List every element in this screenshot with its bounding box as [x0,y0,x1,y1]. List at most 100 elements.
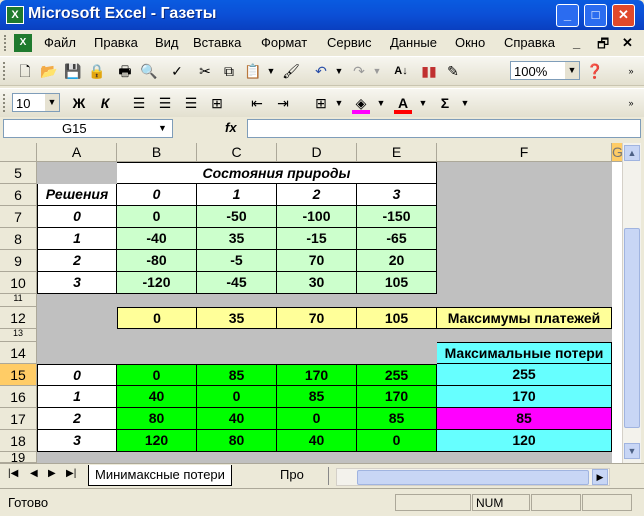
bold-button[interactable]: Ж [70,94,88,112]
sheet-tab-active[interactable]: Минимаксные потери [88,465,232,486]
borders-icon[interactable]: ⊞ [312,94,330,112]
max-losses-header[interactable]: Максимальные потери [437,342,612,364]
open-folder-icon[interactable]: 📂 [40,62,58,80]
loss-cell[interactable]: 40 [117,386,197,408]
max-payoff-cell[interactable]: 70 [277,307,357,329]
loss-cell[interactable]: 255 [357,364,437,386]
decision-label[interactable]: 2 [37,250,117,272]
title-bar[interactable]: X Microsoft Excel - Газеты _ □ ✕ [0,0,644,30]
gray-cell[interactable] [37,307,117,329]
column-header-a[interactable]: A [37,143,117,162]
state-label[interactable]: 2 [277,184,357,206]
toolbar-grip[interactable] [3,94,8,112]
loss-cell[interactable]: 40 [277,430,357,452]
decrease-indent-icon[interactable]: ⇤ [248,94,266,112]
font-size-dropdown-icon[interactable]: ▼ [45,94,59,111]
loss-cell[interactable]: 40 [197,408,277,430]
horizontal-scroll-thumb[interactable] [357,470,589,485]
menu-insert[interactable]: Вставка [193,35,241,50]
tab-split-handle[interactable] [328,467,333,485]
scroll-down-icon[interactable]: ▼ [624,443,640,459]
column-header-b[interactable]: B [117,143,197,162]
paste-dropdown-icon[interactable]: ▼ [262,62,280,80]
font-size-select[interactable]: 10 ▼ [12,93,60,112]
loss-cell[interactable]: 0 [277,408,357,430]
payoff-cell[interactable]: -65 [357,228,437,250]
toolbar-grip[interactable] [3,62,8,80]
column-header-g[interactable]: G [612,143,622,162]
decision-label[interactable]: 2 [37,408,117,430]
row-header-8[interactable]: 8 [0,228,37,250]
row-header-6[interactable]: 6 [0,184,37,206]
loss-cell[interactable]: 85 [277,386,357,408]
loss-cell[interactable]: 170 [357,386,437,408]
column-header-c[interactable]: C [197,143,277,162]
loss-cell[interactable]: 120 [117,430,197,452]
autosum-dropdown-icon[interactable]: ▼ [456,94,474,112]
gray-area[interactable] [437,162,612,294]
payoff-cell[interactable]: 70 [277,250,357,272]
zoom-dropdown-icon[interactable]: ▼ [565,62,579,79]
horizontal-scrollbar[interactable] [336,468,610,486]
decision-label[interactable]: 3 [37,272,117,294]
max-loss-cell[interactable]: 170 [437,386,612,408]
align-left-icon[interactable]: ☰ [130,94,148,112]
doc-minimize-button[interactable]: _ [573,35,580,50]
minimax-loss-cell[interactable]: 85 [437,408,612,430]
decision-label[interactable]: 3 [37,430,117,452]
state-label[interactable]: 3 [357,184,437,206]
toolbar-options-icon[interactable]: » [622,94,640,112]
payoff-cell[interactable]: -150 [357,206,437,228]
payoff-cell[interactable]: 0 [117,206,197,228]
payoff-cell[interactable]: 30 [277,272,357,294]
loss-cell[interactable]: 0 [357,430,437,452]
states-header[interactable]: Состояния природы [117,162,437,184]
first-sheet-icon[interactable]: |◀ [8,468,18,479]
redo-icon[interactable]: ↷ [350,62,368,80]
max-loss-cell[interactable]: 120 [437,430,612,452]
state-label[interactable]: 0 [117,184,197,206]
decision-label[interactable]: 1 [37,386,117,408]
payoff-cell[interactable]: 35 [197,228,277,250]
row-header-10[interactable]: 10 [0,272,37,294]
format-painter-icon[interactable]: 🖌 [282,62,300,80]
doc-close-button[interactable]: ✕ [622,35,633,51]
column-g-cells[interactable] [612,162,622,463]
row-header-7[interactable]: 7 [0,206,37,228]
cut-icon[interactable]: ✂ [196,62,214,80]
gray-row-11[interactable] [37,294,612,307]
menu-data[interactable]: Данные [390,35,437,50]
doc-restore-button[interactable]: 🗗 [597,35,609,57]
print-preview-icon[interactable]: 🔍 [140,62,158,80]
menu-edit[interactable]: Правка [94,35,138,50]
name-box-dropdown-icon[interactable]: ▼ [158,120,167,137]
loss-cell[interactable]: 0 [197,386,277,408]
row-header-18[interactable]: 18 [0,430,37,452]
max-payoff-label[interactable]: Максимумы платежей [437,307,612,329]
scroll-up-icon[interactable]: ▲ [624,145,640,161]
max-payoff-cell[interactable]: 35 [197,307,277,329]
menu-format[interactable]: Формат [261,35,307,50]
row-header-13[interactable]: 13 [0,329,37,342]
payoff-cell[interactable]: -100 [277,206,357,228]
decision-label[interactable]: 0 [37,364,117,386]
row-header-16[interactable]: 16 [0,386,37,408]
payoff-cell[interactable]: 20 [357,250,437,272]
minimize-button[interactable]: _ [556,4,579,27]
payoff-cell[interactable]: -80 [117,250,197,272]
formula-input[interactable] [247,119,641,138]
row-header-14[interactable]: 14 [0,342,37,364]
payoff-cell[interactable]: -5 [197,250,277,272]
print-icon[interactable]: 🖶 [116,62,134,80]
column-header-f[interactable]: F [437,143,612,162]
row-header-11[interactable]: 11 [0,294,37,307]
payoff-cell[interactable]: 105 [357,272,437,294]
loss-cell[interactable]: 80 [197,430,277,452]
close-button[interactable]: ✕ [612,4,635,27]
align-right-icon[interactable]: ☰ [182,94,200,112]
drawing-icon[interactable]: ✎ [444,62,462,80]
decisions-label[interactable]: Решения [37,184,117,206]
row-header-5[interactable]: 5 [0,162,37,184]
menu-help[interactable]: Справка [504,35,555,50]
worksheet-grid[interactable]: A B C D E F G 5 6 7 8 9 10 11 12 13 14 1… [0,143,622,463]
